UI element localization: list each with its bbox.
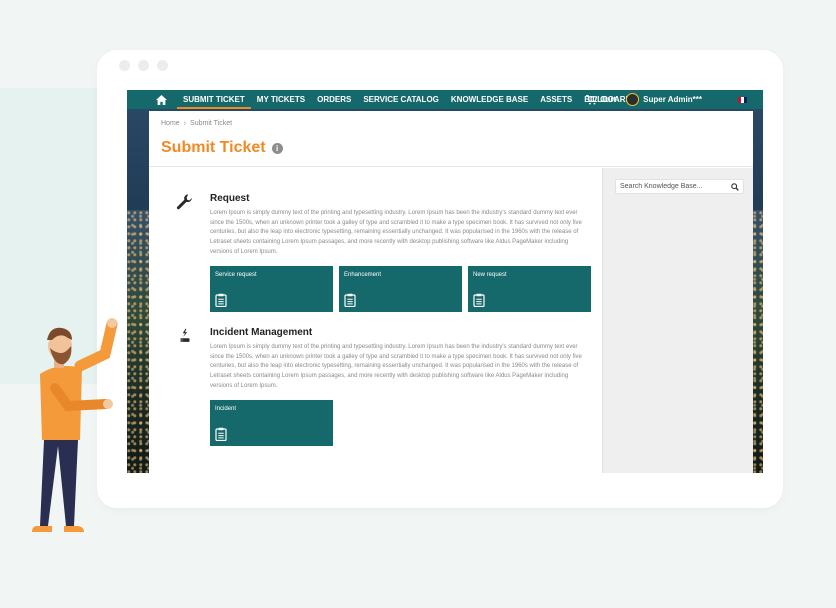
tile-incident[interactable]: Incident [210,400,333,446]
nav-right: Cart Super Admin*** [586,90,763,109]
info-icon[interactable]: i [271,142,283,154]
ticket-categories: Request Lorem Ipsum is simply dummy text… [149,168,602,473]
section-request: Request Lorem Ipsum is simply dummy text… [149,193,602,318]
chevron-right-icon: › [183,120,187,127]
language-flag-icon[interactable] [738,96,747,103]
tile-new-request[interactable]: New request [468,266,591,312]
section-description: Lorem Ipsum is simply dummy text of the … [210,210,582,255]
top-navbar: SUBMIT TICKET MY TICKETS ORDERS SERVICE … [127,90,763,109]
page-title-text: Submit Ticket [161,139,266,156]
window-dot [138,60,149,71]
home-icon[interactable] [153,93,169,106]
nav-assets[interactable]: ASSETS [534,90,578,109]
search-input[interactable] [620,183,725,190]
clipboard-icon [215,293,227,312]
flash-incident-icon [176,327,194,345]
tile-service-request[interactable]: Service request [210,266,333,312]
section-incident-management: Incident Management Lorem Ipsum is simpl… [149,327,602,452]
nav-orders[interactable]: ORDERS [311,90,357,109]
content-panel: Home › Submit Ticket Submit Ticket i Req… [149,111,753,473]
window-dot [119,60,130,71]
cart-icon [586,94,598,105]
search-box [615,179,744,194]
breadcrumb: Home › Submit Ticket [161,120,232,127]
section-title: Incident Management [210,327,313,338]
tile-enhancement[interactable]: Enhancement [339,266,462,312]
tile-label: Service request [215,272,257,278]
cart-button[interactable]: Cart [586,94,617,105]
breadcrumb-home[interactable]: Home [161,120,180,127]
page-header: Home › Submit Ticket Submit Ticket i [149,111,753,167]
clipboard-icon [215,427,227,446]
clipboard-icon [344,293,356,312]
nav-submit-ticket[interactable]: SUBMIT TICKET [177,90,251,109]
breadcrumb-current: Submit Ticket [190,120,233,127]
tile-label: Incident [215,406,237,412]
user-menu[interactable]: Super Admin*** [626,93,702,106]
tile-row: Service request Enhancement New request [210,266,591,312]
section-title: Request [210,193,250,204]
tile-label: Enhancement [344,272,382,278]
clipboard-icon [473,293,485,312]
nav-service-catalog[interactable]: SERVICE CATALOG [357,90,445,109]
avatar [626,93,640,106]
city-background-left [127,210,149,473]
wrench-icon [176,193,194,211]
window-dot [157,60,168,71]
section-description: Lorem Ipsum is simply dummy text of the … [210,344,582,389]
character-illustration [32,318,118,532]
page-title: Submit Ticket i [161,139,283,157]
search-icon[interactable] [731,183,739,193]
tile-label: New request [473,272,507,278]
cart-label: Cart [600,95,617,104]
window-dots [119,60,168,71]
app-screen: SUBMIT TICKET MY TICKETS ORDERS SERVICE … [127,90,763,473]
user-name: Super Admin*** [643,95,702,104]
tile-row: Incident [210,400,333,446]
nav-knowledge-base[interactable]: KNOWLEDGE BASE [445,90,534,109]
sidebar [602,168,753,473]
nav-my-tickets[interactable]: MY TICKETS [251,90,311,109]
